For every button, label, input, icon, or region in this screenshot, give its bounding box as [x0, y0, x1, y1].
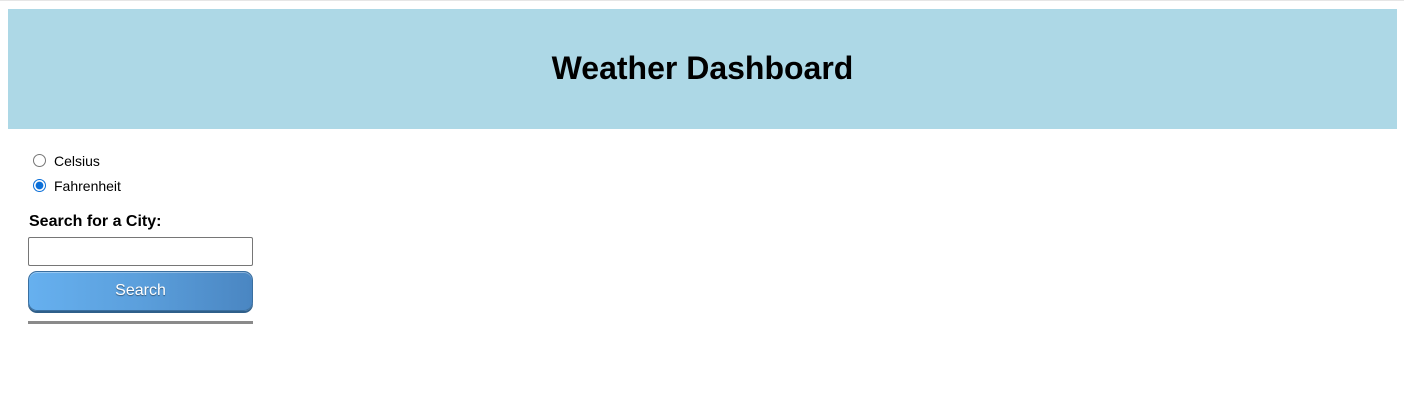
search-button[interactable]: Search: [28, 271, 253, 311]
unit-option-fahrenheit[interactable]: Fahrenheit: [28, 173, 253, 198]
city-search-input[interactable]: [28, 237, 253, 266]
search-sidebar: Celsius Fahrenheit Search for a City: Se…: [28, 148, 253, 324]
fahrenheit-radio[interactable]: [33, 179, 46, 192]
search-history-divider: [28, 321, 253, 324]
page-header: Weather Dashboard: [8, 9, 1397, 129]
top-edge: [0, 0, 1404, 9]
page-title: Weather Dashboard: [551, 49, 854, 86]
unit-option-celsius[interactable]: Celsius: [28, 148, 253, 173]
celsius-label: Celsius: [54, 152, 100, 169]
celsius-radio[interactable]: [33, 154, 46, 167]
search-label: Search for a City:: [29, 213, 162, 230]
fahrenheit-label: Fahrenheit: [54, 177, 121, 194]
